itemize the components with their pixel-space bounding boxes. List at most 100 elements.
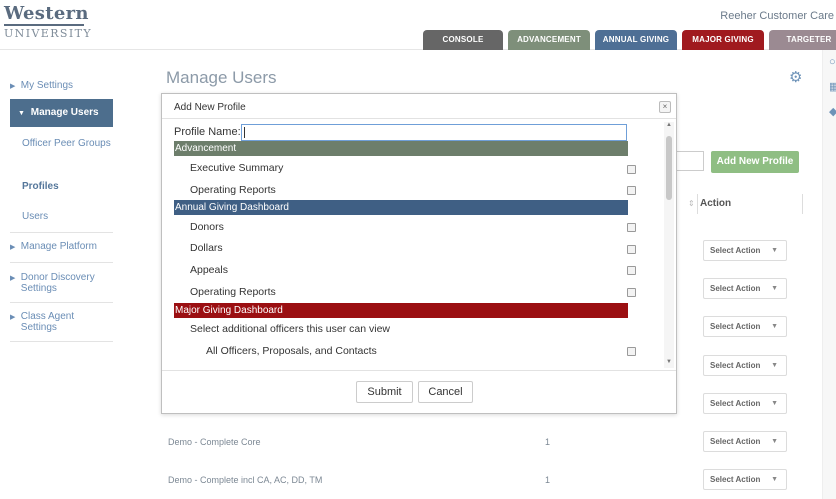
modal-title: Add New Profile <box>174 102 246 113</box>
section-header-advancement: Advancement <box>174 141 628 156</box>
scroll-thumb[interactable] <box>666 136 672 200</box>
search-icon[interactable]: ○ <box>829 56 836 68</box>
table-row-count: 1 <box>545 437 551 447</box>
sort-icon[interactable]: ⇕ <box>688 199 695 208</box>
table-row-count: 1 <box>545 475 551 485</box>
chevron-down-icon: ▼ <box>18 110 25 117</box>
column-header-action[interactable]: Action <box>700 198 731 209</box>
tab-major-giving[interactable]: MAJOR GIVING <box>682 30 764 50</box>
option-checkbox[interactable] <box>627 245 636 254</box>
table-row-name[interactable]: Demo - Complete incl CA, AC, DD, TM <box>168 475 322 485</box>
tab-console[interactable]: CONSOLE <box>423 30 503 50</box>
option-label: All Officers, Proposals, and Contacts <box>206 345 377 357</box>
chevron-down-icon: ▼ <box>771 438 778 445</box>
org-name[interactable]: Reeher Customer Care <box>720 10 834 22</box>
cancel-button[interactable]: Cancel <box>418 381 473 403</box>
option-checkbox[interactable] <box>627 288 636 297</box>
select-action-dropdown[interactable]: Select Action ▼ <box>703 278 787 299</box>
modal-divider <box>162 370 676 371</box>
option-checkbox[interactable] <box>627 223 636 232</box>
option-checkbox[interactable] <box>627 347 636 356</box>
sidebar: ▶ My Settings ▼ Manage Users Officer Pee… <box>0 50 125 499</box>
chevron-right-icon: ▶ <box>10 83 16 90</box>
chevron-down-icon: ▼ <box>771 476 778 483</box>
chevron-down-icon: ▼ <box>771 400 778 407</box>
logo-line2: UNIVERSITY <box>4 24 91 40</box>
option-checkbox[interactable] <box>627 266 636 275</box>
right-toolbar: ○ ▦ ◆ <box>822 50 836 499</box>
select-action-dropdown[interactable]: Select Action ▼ <box>703 469 787 490</box>
option-label: Appeals <box>190 264 228 276</box>
chevron-right-icon: ▶ <box>10 314 16 321</box>
option-label: Executive Summary <box>190 162 284 174</box>
sidebar-item-profiles[interactable]: Profiles <box>22 181 112 192</box>
scroll-up-icon[interactable]: ▲ <box>666 122 672 128</box>
option-label: Operating Reports <box>190 286 276 298</box>
text-cursor <box>244 127 245 138</box>
add-new-profile-button[interactable]: Add New Profile <box>711 151 799 173</box>
sidebar-item-label: Donor Discovery Settings <box>20 272 95 294</box>
column-divider <box>697 194 698 214</box>
sidebar-item-label: My Settings <box>20 80 74 91</box>
gear-icon[interactable]: ⚙ <box>789 70 803 85</box>
sidebar-item-my-settings[interactable]: ▶ My Settings <box>10 80 113 92</box>
scroll-down-icon[interactable]: ▼ <box>666 359 672 365</box>
tab-targeter[interactable]: TARGETER <box>769 30 836 50</box>
select-action-label: Select Action <box>710 361 761 370</box>
table-row-name[interactable]: Demo - Complete Core <box>168 437 261 447</box>
select-action-dropdown[interactable]: Select Action ▼ <box>703 431 787 452</box>
select-action-dropdown[interactable]: Select Action ▼ <box>703 316 787 337</box>
sidebar-item-donor-discovery[interactable]: ▶ Donor Discovery Settings <box>10 272 113 294</box>
sidebar-divider <box>10 302 113 303</box>
sidebar-item-officer-peer-groups[interactable]: Officer Peer Groups <box>22 138 112 149</box>
sidebar-item-label: Class Agent Settings <box>20 311 75 333</box>
section-header-annual-giving: Annual Giving Dashboard <box>174 200 628 215</box>
chevron-down-icon: ▼ <box>771 285 778 292</box>
select-action-label: Select Action <box>710 246 761 255</box>
tab-annual-giving[interactable]: ANNUAL GIVING <box>595 30 677 50</box>
column-divider <box>802 194 803 214</box>
select-action-label: Select Action <box>710 284 761 293</box>
module-tabs: CONSOLE ADVANCEMENT ANNUAL GIVING MAJOR … <box>423 30 836 50</box>
bell-icon[interactable]: ◆ <box>829 105 836 118</box>
section-header-major-giving: Major Giving Dashboard <box>174 303 628 318</box>
profile-name-input[interactable] <box>241 124 627 141</box>
chevron-down-icon: ▼ <box>771 323 778 330</box>
option-label: Select additional officers this user can… <box>190 323 390 335</box>
app-header: Western UNIVERSITY Reeher Customer Care … <box>0 0 836 50</box>
sidebar-item-manage-platform[interactable]: ▶ Manage Platform <box>10 241 113 253</box>
select-action-dropdown[interactable]: Select Action ▼ <box>703 393 787 414</box>
select-action-label: Select Action <box>710 399 761 408</box>
option-label: Operating Reports <box>190 184 276 196</box>
calendar-icon[interactable]: ▦ <box>829 80 836 93</box>
chevron-down-icon: ▼ <box>771 247 778 254</box>
select-action-label: Select Action <box>710 437 761 446</box>
sidebar-item-label: Manage Users <box>30 107 99 118</box>
select-action-dropdown[interactable]: Select Action ▼ <box>703 240 787 261</box>
option-checkbox[interactable] <box>627 165 636 174</box>
add-profile-modal: Add New Profile × Profile Name: Advancem… <box>161 93 677 414</box>
sidebar-item-label: Manage Platform <box>20 241 97 252</box>
submit-button[interactable]: Submit <box>356 381 413 403</box>
university-logo[interactable]: Western UNIVERSITY <box>4 3 91 40</box>
option-label: Donors <box>190 221 224 233</box>
sidebar-divider <box>10 262 113 263</box>
modal-body[interactable]: Profile Name: Advancement Executive Summ… <box>162 119 676 368</box>
profile-name-label: Profile Name: <box>174 126 241 138</box>
search-input[interactable] <box>677 151 704 171</box>
sidebar-divider <box>10 232 113 233</box>
sidebar-item-class-agent[interactable]: ▶ Class Agent Settings <box>10 311 113 333</box>
sidebar-item-manage-users[interactable]: ▼ Manage Users <box>10 99 113 127</box>
chevron-right-icon: ▶ <box>10 244 16 251</box>
option-checkbox[interactable] <box>627 186 636 195</box>
modal-scrollbar[interactable]: ▲ ▼ <box>664 122 674 368</box>
tab-advancement[interactable]: ADVANCEMENT <box>508 30 590 50</box>
chevron-right-icon: ▶ <box>10 275 16 282</box>
logo-line1: Western <box>4 3 89 24</box>
sidebar-divider <box>10 341 113 342</box>
option-label: Dollars <box>190 242 223 254</box>
close-icon[interactable]: × <box>659 101 671 113</box>
sidebar-item-users[interactable]: Users <box>22 211 112 222</box>
select-action-dropdown[interactable]: Select Action ▼ <box>703 355 787 376</box>
select-action-label: Select Action <box>710 475 761 484</box>
